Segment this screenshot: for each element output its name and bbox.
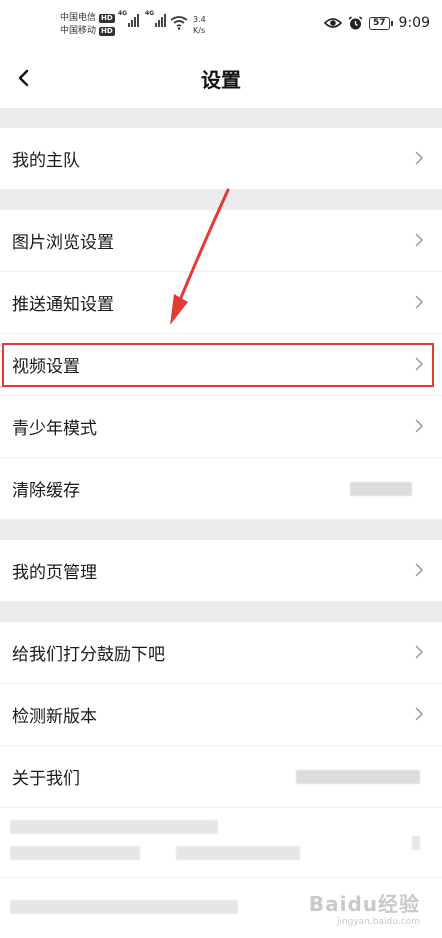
cache-size-redacted	[350, 482, 412, 496]
chevron-right-icon	[415, 233, 424, 247]
page-title: 设置	[201, 68, 241, 92]
setting-label: 给我们打分鼓励下吧	[12, 645, 165, 665]
setting-label: 关于我们	[12, 769, 80, 789]
alarm-icon	[348, 15, 363, 29]
chevron-right-icon	[415, 295, 424, 309]
setting-check-update[interactable]: 检测新版本	[0, 684, 442, 746]
speed-value: 3.4	[193, 15, 206, 24]
setting-image-browsing[interactable]: 图片浏览设置	[0, 210, 442, 272]
eye-icon	[324, 18, 343, 28]
setting-label: 我的页管理	[12, 563, 97, 583]
speed-unit: K/s	[193, 26, 206, 35]
battery-level: 57	[369, 16, 390, 30]
redacted-text	[412, 836, 420, 850]
network-type: 4G	[145, 10, 155, 17]
setting-about-us[interactable]: 关于我们	[0, 746, 442, 808]
carrier-1: 中国电信	[60, 13, 97, 23]
setting-label: 推送通知设置	[12, 295, 114, 315]
setting-teen-mode[interactable]: 青少年模式	[0, 396, 442, 458]
setting-label: 青少年模式	[12, 419, 97, 439]
right-status: 57 9:09	[324, 15, 430, 31]
setting-label: 检测新版本	[12, 707, 97, 727]
chevron-right-icon	[415, 419, 424, 433]
redacted-text	[10, 820, 218, 834]
redacted-text	[10, 846, 140, 860]
clock: 9:09	[398, 15, 430, 31]
setting-rate-us[interactable]: 给我们打分鼓励下吧	[0, 622, 442, 684]
setting-my-page-management[interactable]: 我的页管理	[0, 540, 442, 602]
watermark-url: jingyan.baidu.com	[336, 917, 420, 927]
section-gap	[0, 190, 442, 210]
carrier-2: 中国移动	[60, 26, 97, 36]
chevron-right-icon	[415, 645, 424, 659]
redacted-text	[176, 846, 300, 860]
section-gap	[0, 108, 442, 128]
chevron-right-icon	[415, 151, 424, 165]
nav-bar: 设置	[0, 50, 442, 108]
network-type: 4G	[118, 10, 128, 17]
carrier-info: 中国电信 HD 中国移动 HD	[60, 12, 115, 38]
section-gap	[0, 602, 442, 622]
signal-icon: 4G	[145, 10, 166, 27]
setting-clear-cache[interactable]: 清除缓存	[0, 458, 442, 520]
redacted-info-row	[0, 808, 442, 878]
highlight-box	[2, 343, 434, 387]
setting-label: 图片浏览设置	[12, 233, 114, 253]
setting-label: 清除缓存	[12, 481, 80, 501]
watermark: Baidu经验 jingyan.baidu.com	[309, 888, 420, 927]
hd-badge: HD	[99, 14, 115, 23]
hd-badge: HD	[99, 27, 115, 36]
setting-my-team[interactable]: 我的主队	[0, 128, 442, 190]
settings-list: 我的主队 图片浏览设置 推送通知设置 视频设置 青少年模式 清除缓存 我的页管理…	[0, 108, 442, 938]
chevron-right-icon	[415, 563, 424, 577]
chevron-right-icon	[415, 707, 424, 721]
watermark-brand: Baidu经验	[308, 892, 420, 916]
setting-label: 我的主队	[12, 151, 80, 171]
signal-icons: 4G 4G	[118, 10, 166, 27]
battery-icon: 57	[369, 16, 393, 30]
redacted-text	[10, 900, 238, 914]
section-gap	[0, 520, 442, 540]
network-speed: 3.4 K/s	[193, 14, 206, 36]
version-redacted	[296, 770, 420, 784]
signal-icon: 4G	[118, 10, 139, 27]
wifi-icon	[170, 16, 188, 30]
status-bar: 中国电信 HD 中国移动 HD 4G 4G 3.4 K/s 57 9:09	[0, 0, 442, 50]
setting-push-notifications[interactable]: 推送通知设置	[0, 272, 442, 334]
